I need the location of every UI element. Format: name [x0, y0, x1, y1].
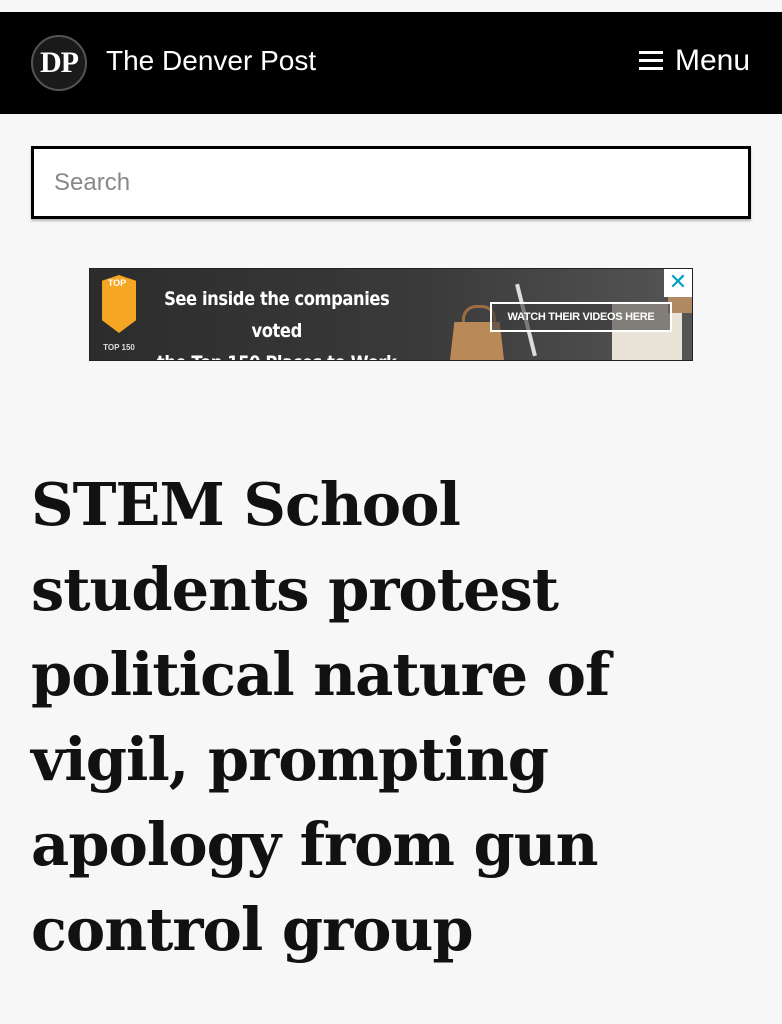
- ad-headline-line1: See inside the companies voted: [164, 288, 390, 342]
- close-icon[interactable]: ✕: [664, 269, 692, 297]
- ad-banner[interactable]: TOP TOP 150 See inside the companies vot…: [89, 268, 693, 361]
- logo[interactable]: DP: [31, 35, 87, 91]
- ad-headline-line2: the Top 150 Places to Work: [152, 347, 401, 360]
- menu-button[interactable]: Menu: [638, 44, 750, 78]
- ad-headline: See inside the companies voted the Top 1…: [152, 283, 401, 360]
- brand-name[interactable]: The Denver Post: [106, 45, 316, 77]
- badge-bottom-text: TOP 150: [103, 343, 135, 352]
- top-workplaces-badge: TOP TOP 150: [100, 275, 138, 355]
- article-headline: STEM School students protest political n…: [31, 470, 610, 964]
- badge-top-text: TOP: [107, 278, 127, 288]
- search-box: [31, 146, 751, 219]
- logo-text: DP: [40, 46, 79, 79]
- hamburger-icon: [638, 51, 663, 71]
- site-header: DP The Denver Post Menu: [0, 12, 782, 114]
- search-input[interactable]: [40, 155, 712, 210]
- ad-cta-button[interactable]: WATCH THEIR VIDEOS HERE: [490, 302, 672, 332]
- menu-label: Menu: [674, 44, 750, 77]
